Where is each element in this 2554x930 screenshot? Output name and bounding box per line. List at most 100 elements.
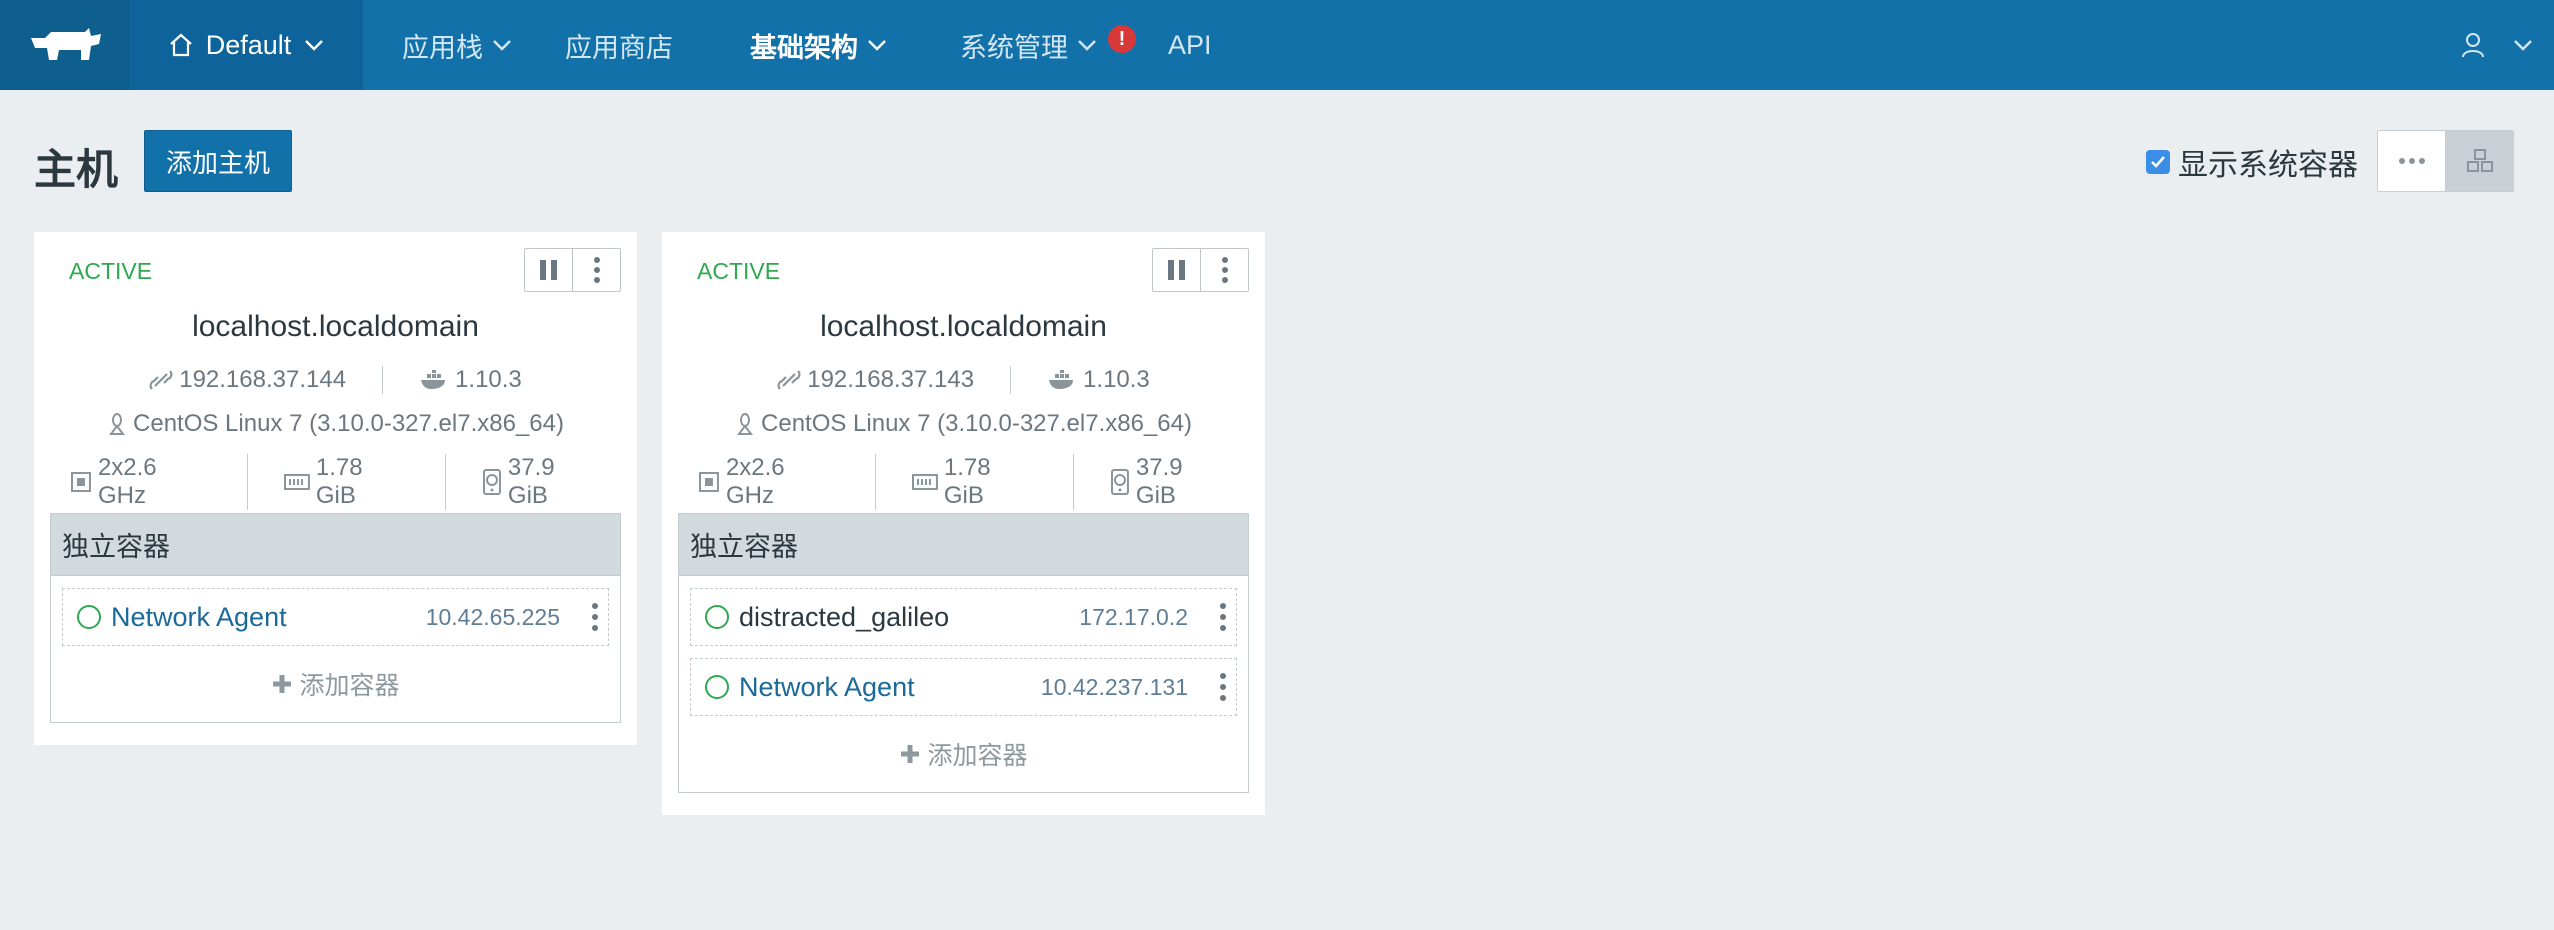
docker-version: 1.10.3 (1010, 366, 1186, 394)
host-storage-text: 37.9 GiB (1135, 454, 1183, 509)
container-row: Network Agent 10.42.237.131 (690, 658, 1237, 716)
nav-infrastructure-label: 基础架构 (750, 32, 858, 63)
host-storage-text: 37.9 GiB (507, 454, 555, 509)
container-ip: 172.17.0.2 (1079, 603, 1188, 630)
linux-icon (109, 413, 126, 435)
kebab-icon[interactable] (1220, 673, 1226, 701)
host-menu-button[interactable] (1200, 249, 1248, 291)
container-ip: 10.42.237.131 (1040, 673, 1188, 700)
host-os: CentOS Linux 7 (3.10.0-327.el7.x86_64) (107, 410, 564, 438)
host-storage: 37.9 GiB (1072, 454, 1265, 510)
checkbox[interactable] (2146, 150, 2170, 174)
grouped-view-button[interactable] (2445, 131, 2513, 191)
checkmark-icon (2151, 156, 2165, 168)
hard-drive-icon (482, 469, 501, 495)
alert-badge[interactable]: ! (1108, 25, 1136, 53)
container-row: distracted_galileo 172.17.0.2 (690, 588, 1237, 646)
list-view-button[interactable] (2378, 131, 2445, 191)
chevron-down-icon (2514, 40, 2532, 51)
host-cpu: 2x2.6 GHz (34, 454, 247, 510)
host-memory: 1.78 GiB (874, 454, 1073, 510)
add-container-label: 添加容器 (927, 742, 1028, 770)
chevron-down-icon (305, 40, 324, 51)
host-actions (524, 248, 621, 292)
memory-icon (911, 474, 938, 490)
cubes-icon (2466, 149, 2493, 172)
pause-button[interactable] (1153, 249, 1200, 291)
plus-icon (901, 745, 920, 763)
panel-title: 独立容器 (51, 514, 620, 576)
link-icon (149, 370, 173, 390)
ellipsis-icon (2398, 158, 2425, 164)
show-system-containers-label: 显示系统容器 (2178, 149, 2358, 182)
host-memory: 1.78 GiB (246, 454, 445, 510)
host-resources-row: 2x2.6 GHz 1.78 GiB 37.9 GiB (662, 454, 1265, 510)
host-state: ACTIVE (697, 258, 781, 284)
rancher-logo[interactable] (0, 0, 130, 90)
pause-icon (539, 260, 557, 280)
environment-name: Default (205, 29, 292, 60)
host-state: ACTIVE (69, 258, 153, 284)
link-icon (777, 370, 801, 390)
host-ip-text: 192.168.37.143 (807, 366, 975, 393)
rancher-cow-icon (31, 28, 101, 60)
host-ip: 192.168.37.143 (741, 366, 1010, 394)
host-name[interactable]: localhost.localdomain (34, 310, 637, 344)
host-card: ACTIVE localhost.localdomain 192.168.37.… (662, 232, 1265, 815)
host-cpu: 2x2.6 GHz (662, 454, 875, 510)
top-nav: Default 应用栈 应用商店 基础架构 系统管理 ! API (0, 0, 2554, 90)
cpu-icon (70, 472, 91, 492)
nav-admin[interactable]: 系统管理 ! (960, 0, 1136, 90)
add-host-button[interactable]: 添加主机 (144, 130, 292, 192)
container-name[interactable]: Network Agent (111, 602, 287, 633)
kebab-icon[interactable] (592, 603, 598, 631)
linux-icon (737, 413, 754, 435)
docker-icon (1049, 370, 1074, 389)
host-memory-text: 1.78 GiB (315, 454, 363, 509)
container-row: Network Agent 10.42.65.225 (62, 588, 609, 646)
panel-title: 独立容器 (679, 514, 1248, 576)
nav-stacks-label: 应用栈 (402, 32, 483, 63)
docker-version-text: 1.10.3 (455, 366, 522, 393)
nav-infrastructure[interactable]: 基础架构 (750, 0, 888, 90)
host-os-row: CentOS Linux 7 (3.10.0-327.el7.x86_64) (662, 410, 1265, 438)
host-menu-button[interactable] (572, 249, 620, 291)
hard-drive-icon (1110, 469, 1129, 495)
show-system-containers-toggle[interactable]: 显示系统容器 (2146, 144, 2358, 182)
nav-catalog-label: 应用商店 (565, 32, 673, 63)
add-container-button[interactable]: 添加容器 (51, 646, 620, 722)
host-os: CentOS Linux 7 (3.10.0-327.el7.x86_64) (735, 410, 1192, 438)
host-os-row: CentOS Linux 7 (3.10.0-327.el7.x86_64) (34, 410, 637, 438)
kebab-icon (593, 257, 600, 283)
running-status-icon (705, 605, 729, 629)
user-menu[interactable] (2460, 0, 2534, 90)
chevron-down-icon (1078, 40, 1096, 51)
host-resources-row: 2x2.6 GHz 1.78 GiB 37.9 GiB (34, 454, 637, 510)
plus-icon (273, 675, 292, 693)
add-container-label: 添加容器 (299, 672, 400, 700)
container-name[interactable]: Network Agent (739, 672, 915, 703)
running-status-icon (77, 605, 101, 629)
nav-api[interactable]: API (1168, 0, 1212, 90)
pause-button[interactable] (525, 249, 572, 291)
kebab-icon[interactable] (1220, 603, 1226, 631)
docker-icon (421, 370, 446, 389)
kebab-icon (1221, 257, 1228, 283)
docker-version-text: 1.10.3 (1083, 366, 1150, 393)
cpu-icon (698, 472, 719, 492)
home-icon (169, 33, 192, 57)
nav-api-label: API (1168, 29, 1212, 60)
chevron-down-icon (493, 40, 511, 51)
nav-admin-label: 系统管理 (960, 32, 1068, 63)
host-name[interactable]: localhost.localdomain (662, 310, 1265, 344)
add-container-button[interactable]: 添加容器 (679, 716, 1248, 792)
nav-catalog[interactable]: 应用商店 (565, 0, 673, 90)
host-memory-text: 1.78 GiB (943, 454, 991, 509)
container-name[interactable]: distracted_galileo (739, 602, 949, 633)
chevron-down-icon (868, 40, 886, 51)
user-icon (2462, 33, 2484, 58)
host-network-row: 192.168.37.143 1.10.3 (662, 366, 1265, 394)
nav-stacks[interactable]: 应用栈 (402, 0, 513, 90)
environment-switcher[interactable]: Default (130, 0, 363, 90)
host-os-text: CentOS Linux 7 (3.10.0-327.el7.x86_64) (761, 410, 1192, 437)
